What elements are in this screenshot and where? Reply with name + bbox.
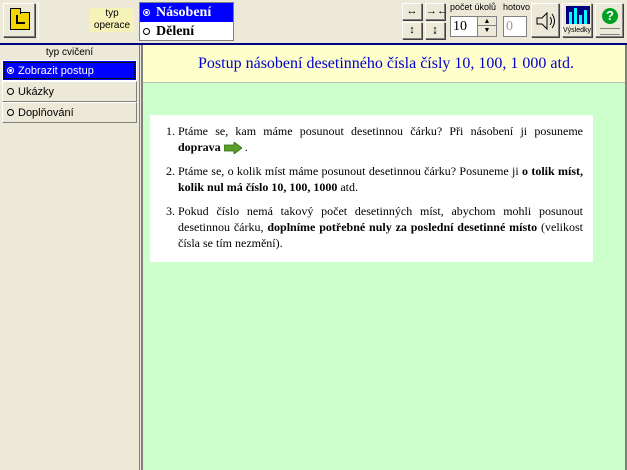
done-count-field: 0: [503, 16, 527, 37]
task-count-label: počet úkolů: [450, 2, 497, 12]
done-label: hotovo: [503, 2, 531, 12]
radio-icon: [143, 9, 150, 16]
operation-label: Násobení: [156, 4, 212, 20]
procedure-steps: Ptáme se, kam máme posunout desetinnou č…: [164, 123, 583, 251]
sidebar-item-label: Zobrazit postup: [18, 64, 94, 77]
results-chart-icon: [566, 6, 590, 24]
help-icon: ?: [602, 8, 618, 24]
operation-option-division[interactable]: Dělení: [140, 22, 233, 41]
sidebar-item-show-procedure[interactable]: Zobrazit postup: [2, 60, 137, 81]
operation-selector: Násobení Dělení: [139, 2, 234, 41]
operation-type-label: typ operace: [90, 8, 134, 32]
back-button[interactable]: [3, 3, 35, 37]
step-text: Ptáme se, o kolik míst máme posunout des…: [178, 164, 523, 178]
right-arrow-icon: [223, 142, 242, 155]
sidebar-item-label: Doplňování: [18, 106, 74, 119]
help-lines-decoration: [600, 28, 620, 35]
radio-icon: [7, 88, 14, 95]
step-text-end: atd.: [337, 180, 359, 194]
step-emphasis: doplníme potřebné nuly za poslední deset…: [267, 220, 538, 234]
procedure-step: Ptáme se, kam máme posunout desetinnou č…: [178, 123, 583, 155]
operation-option-multiplication[interactable]: Násobení: [140, 3, 233, 22]
arrow-button-vertical[interactable]: ↕: [402, 22, 422, 39]
sidebar-heading: typ cvičení: [45, 47, 94, 58]
sidebar-item-fill-in[interactable]: Doplňování: [2, 102, 137, 123]
speaker-icon: [536, 11, 555, 31]
sidebar: typ cvičení Zobrazit postup Ukázky Doplň…: [0, 45, 140, 470]
arrow-button-collapse[interactable]: →←: [425, 3, 448, 20]
page-title: Postup násobení desetinného čísla čísly …: [143, 45, 627, 83]
procedure-step: Pokud číslo nemá takový počet desetinnýc…: [178, 203, 583, 251]
results-label: Výsledky: [563, 27, 592, 34]
sidebar-item-examples[interactable]: Ukázky: [2, 81, 137, 102]
step-text: Ptáme se, kam máme posunout desetinnou č…: [178, 124, 583, 138]
help-button[interactable]: ?: [595, 3, 623, 37]
operation-label: Dělení: [156, 23, 195, 39]
radio-icon: [7, 109, 14, 116]
radio-icon: [143, 28, 150, 35]
arrow-button-expand[interactable]: ↔: [402, 3, 422, 20]
spinner-up-icon[interactable]: ▲: [478, 17, 496, 26]
results-button[interactable]: Výsledky: [562, 3, 592, 37]
toolbar-divider: [38, 2, 39, 40]
task-count-spinner[interactable]: ▲ ▼: [477, 17, 496, 36]
procedure-content: Ptáme se, kam máme posunout desetinnou č…: [150, 115, 593, 262]
step-emphasis: doprava: [178, 140, 221, 154]
arrow-button-vertical-alt[interactable]: ↨: [425, 22, 445, 39]
sidebar-item-label: Ukázky: [18, 85, 55, 98]
main-panel: Postup násobení desetinného čísla čísly …: [141, 45, 627, 470]
folder-up-icon: [10, 8, 30, 30]
spinner-down-icon[interactable]: ▼: [478, 26, 496, 35]
step-text-end: .: [241, 140, 248, 154]
procedure-step: Ptáme se, o kolik míst máme posunout des…: [178, 163, 583, 195]
sound-button[interactable]: [531, 3, 559, 37]
toolbar: typ operace Násobení Dělení ↔ →← ↕ ↨ poč…: [0, 0, 627, 43]
radio-icon: [7, 67, 14, 74]
